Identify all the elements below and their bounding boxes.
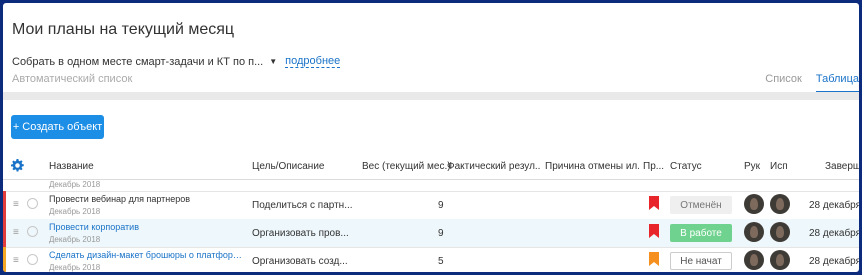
table-row[interactable]: ≡ Сделать дизайн-макет брошюры о платфор… — [3, 247, 859, 272]
executor-avatar[interactable] — [770, 250, 790, 270]
row-weight: 5 — [438, 256, 444, 267]
row-name[interactable]: Провести корпоратив — [49, 222, 139, 232]
row-date: Декабрь 2018 — [49, 263, 101, 272]
flag-icon[interactable] — [649, 252, 659, 266]
manager-avatar[interactable] — [744, 222, 764, 242]
drag-handle-icon[interactable]: ≡ — [13, 227, 19, 238]
gear-icon[interactable] — [11, 159, 24, 172]
col-finished[interactable]: Завершен — [825, 161, 859, 172]
page-title: Мои планы на текущий месяц — [12, 21, 235, 38]
col-actual[interactable]: Фактический резул... — [447, 161, 541, 172]
row-weight: 9 — [438, 228, 444, 239]
table-row[interactable]: ≡ Провести корпоратив Декабрь 2018 Орган… — [3, 219, 859, 248]
row-goal: Организовать созд... — [252, 256, 348, 267]
row-due-date: 28 декабря 20 — [809, 200, 859, 211]
list-type-label: Автоматический список — [12, 73, 133, 85]
row-name[interactable]: Сделать дизайн-макет брошюры о платформе… — [49, 250, 244, 260]
complete-checkbox[interactable] — [27, 254, 38, 265]
executor-avatar[interactable] — [770, 194, 790, 214]
col-cancel-reason[interactable]: Причина отмены ил... — [545, 161, 639, 172]
status-badge[interactable]: В работе — [670, 224, 732, 242]
row-date: Декабрь 2018 — [49, 235, 101, 244]
executor-avatar[interactable] — [770, 222, 790, 242]
status-badge[interactable]: Отменён — [670, 196, 732, 214]
flag-icon[interactable] — [649, 224, 659, 238]
tab-list[interactable]: Список — [765, 73, 802, 93]
status-badge[interactable]: Не начат — [670, 252, 732, 270]
row-date: Декабрь 2018 — [49, 207, 101, 216]
table-header: Название Цель/Описание Вес (текущий мес.… — [3, 153, 859, 180]
col-name[interactable]: Название — [49, 161, 94, 172]
col-weight[interactable]: Вес (текущий мес.) — [362, 161, 451, 172]
col-goal[interactable]: Цель/Описание — [252, 161, 324, 172]
col-status[interactable]: Статус — [670, 161, 702, 172]
drag-handle-icon[interactable]: ≡ — [13, 255, 19, 266]
col-executor[interactable]: Исп — [770, 161, 788, 172]
description-line: Собрать в одном месте смарт-задачи и КТ … — [12, 55, 341, 68]
row-name[interactable]: Провести вебинар для партнеров — [49, 194, 190, 204]
row-due-date: 28 декабря 20 — [809, 228, 859, 239]
divider-band — [3, 92, 859, 100]
row-weight: 9 — [438, 200, 444, 211]
description-text: Собрать в одном месте смарт-задачи и КТ … — [12, 55, 264, 68]
row-due-date: 28 декабря 20 — [809, 256, 859, 267]
tab-table[interactable]: Таблица — [815, 73, 859, 93]
drag-handle-icon[interactable]: ≡ — [13, 199, 19, 210]
caret-down-icon[interactable]: ▼ — [269, 57, 277, 66]
col-manager[interactable]: Рук — [744, 161, 760, 172]
manager-avatar[interactable] — [744, 250, 764, 270]
table-row[interactable]: ≡ Провести вебинар для партнеров Декабрь… — [3, 191, 859, 220]
complete-checkbox[interactable] — [27, 226, 38, 237]
create-object-button[interactable]: + Создать объект — [11, 115, 104, 139]
row-date: Декабрь 2018 — [49, 180, 101, 189]
app-window: Мои планы на текущий месяц Собрать в одн… — [3, 3, 859, 272]
flag-icon[interactable] — [649, 196, 659, 210]
row-goal: Поделиться с партн... — [252, 200, 353, 211]
view-tabs: Список Таблица — [751, 73, 859, 93]
manager-avatar[interactable] — [744, 194, 764, 214]
row-goal: Организовать пров... — [252, 228, 349, 239]
more-link[interactable]: подробнее — [285, 55, 341, 68]
row-color-bar — [3, 247, 6, 272]
col-priority[interactable]: Пр... — [643, 161, 667, 172]
row-color-bar — [3, 191, 6, 219]
row-color-bar — [3, 219, 6, 247]
complete-checkbox[interactable] — [27, 198, 38, 209]
